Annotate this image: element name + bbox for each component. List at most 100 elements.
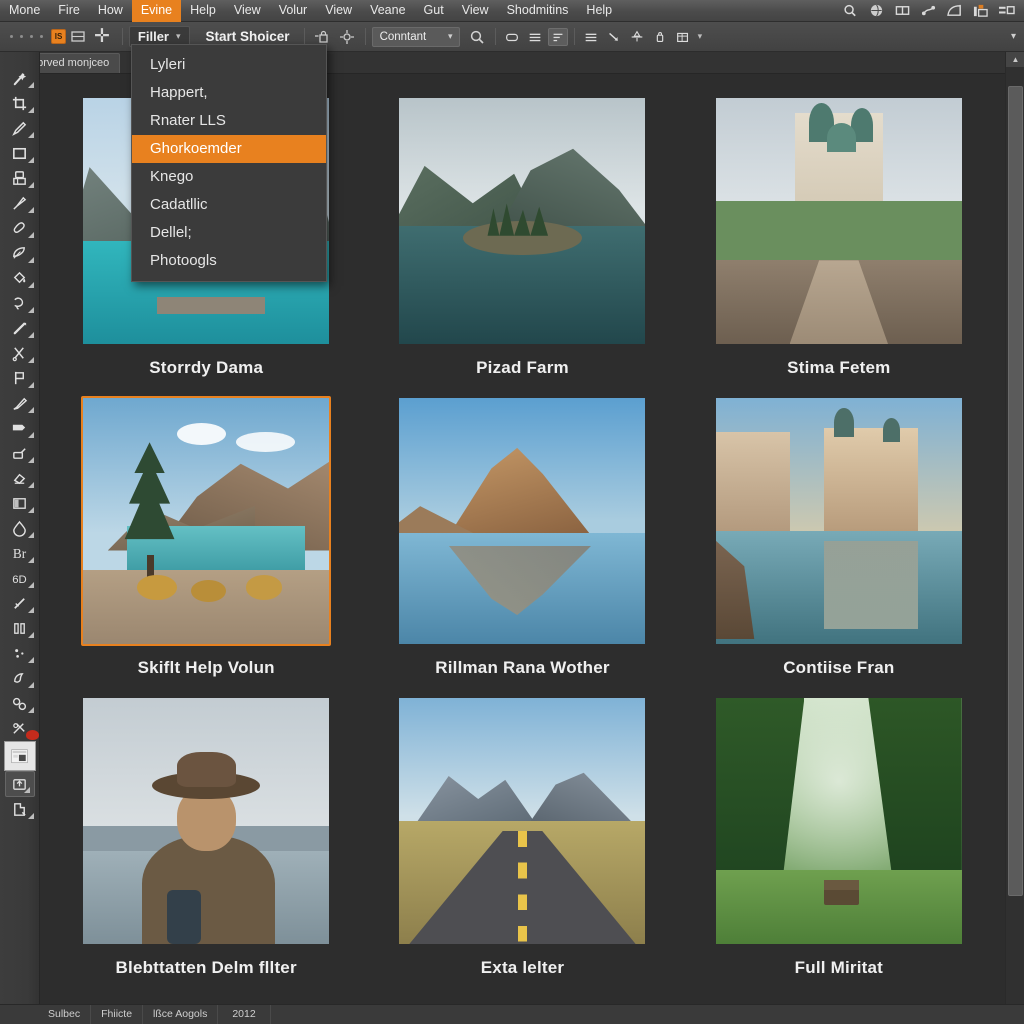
chevron-down-icon[interactable]: ▾ xyxy=(698,31,703,42)
scissors-icon[interactable] xyxy=(2,341,38,366)
menu-item-1[interactable]: Fire xyxy=(49,0,89,22)
thumbnail-frame[interactable] xyxy=(397,96,647,346)
thumbnail-frame[interactable] xyxy=(714,396,964,646)
lock-small-icon[interactable] xyxy=(650,28,670,46)
thumbnail-frame[interactable] xyxy=(397,696,647,946)
scrollbar-track[interactable] xyxy=(1006,67,1024,1009)
eraser-icon[interactable] xyxy=(2,216,38,241)
align-icon[interactable] xyxy=(581,28,601,46)
crop-icon[interactable] xyxy=(2,91,38,116)
menu-item-5[interactable]: View xyxy=(225,0,270,22)
island-lake-mountains-thumbnail[interactable] xyxy=(399,98,646,344)
badge-icon[interactable] xyxy=(972,3,989,18)
mode-select[interactable]: Conntant ▾ xyxy=(371,26,460,47)
scrollbar-thumb[interactable] xyxy=(1008,85,1023,896)
layout-preview-icon[interactable] xyxy=(3,741,36,771)
thumbnail-cell[interactable]: Skiflt Help Volun xyxy=(48,388,364,688)
bucket-icon[interactable] xyxy=(2,266,38,291)
thumbnail-cell[interactable]: Rillman Rana Wother xyxy=(364,388,680,688)
slice-icon[interactable] xyxy=(2,316,38,341)
table-icon[interactable] xyxy=(673,28,693,46)
palace-waterfront-thumbnail[interactable] xyxy=(715,398,962,644)
thumbnail-cell[interactable]: Pizad Farm xyxy=(364,88,680,388)
thumbnail-frame[interactable] xyxy=(81,396,332,646)
dropdown-item-0[interactable]: Lyleri xyxy=(132,51,326,79)
man-hat-backpack-lake-thumbnail[interactable] xyxy=(83,698,330,944)
marker-icon[interactable] xyxy=(2,391,38,416)
rectangle-icon[interactable] xyxy=(2,141,38,166)
status-cell-1[interactable]: Fhiicte xyxy=(91,1005,144,1024)
menu-item-6[interactable]: Volur xyxy=(270,0,317,22)
active-tool-swatch[interactable]: IS xyxy=(51,29,66,44)
path-icon[interactable]: 6D xyxy=(2,566,38,591)
vertical-scrollbar[interactable]: ▲ ▼ xyxy=(1005,52,1024,1024)
menu-item-9[interactable]: Gut xyxy=(415,0,453,22)
menu-item-10[interactable]: View xyxy=(453,0,498,22)
pencil-icon[interactable] xyxy=(2,116,38,141)
dodge-icon[interactable] xyxy=(2,591,38,616)
thumbnail-cell[interactable]: Contiise Fran xyxy=(681,388,997,688)
banner-icon[interactable] xyxy=(2,416,38,441)
thumbnail-cell[interactable]: Blebttatten Delm fllter xyxy=(48,688,364,988)
status-cell-2[interactable]: lßce Aogols xyxy=(143,1005,219,1024)
shape-icon[interactable] xyxy=(502,28,522,46)
menu-item-2[interactable]: How xyxy=(89,0,132,22)
search-icon[interactable] xyxy=(468,28,486,46)
pine-tree-mountain-lake-thumbnail[interactable] xyxy=(83,398,330,644)
thumbnail-cell[interactable]: Stima Fetem xyxy=(681,88,997,388)
line-icon[interactable] xyxy=(604,28,624,46)
dropdown-item-3[interactable]: Ghorkoemder xyxy=(132,135,326,163)
dropdown-item-2[interactable]: Rnater LLS xyxy=(132,107,326,135)
upload-icon[interactable] xyxy=(4,771,35,797)
sparkle-icon[interactable] xyxy=(2,641,38,666)
menu-item-11[interactable]: Shodmitins xyxy=(498,0,578,22)
arrange-icon[interactable] xyxy=(894,3,911,18)
gradient-icon[interactable] xyxy=(2,491,38,516)
road-mountains-field-thumbnail[interactable] xyxy=(399,698,646,944)
dropdown-item-4[interactable]: Knego xyxy=(132,163,326,191)
grid-icon[interactable] xyxy=(69,28,87,46)
menu-item-4[interactable]: Help xyxy=(181,0,225,22)
transform-icon[interactable] xyxy=(338,28,356,46)
notification-tool-icon[interactable] xyxy=(2,716,39,741)
open-menu-dropdown[interactable]: Lyleri Happert, Rnater LLS Ghorkoemder Knego… xyxy=(131,44,327,282)
cathedral-boardwalk-thumbnail[interactable] xyxy=(715,98,962,344)
healing-icon[interactable] xyxy=(2,466,38,491)
scroll-up-arrow[interactable]: ▲ xyxy=(1006,52,1024,67)
thumbnail-cell[interactable]: Exta lelter xyxy=(364,688,680,988)
menu-item-3[interactable]: Evine xyxy=(131,0,182,22)
dropdown-item-6[interactable]: Dellel; xyxy=(132,219,326,247)
flag-icon[interactable] xyxy=(2,366,38,391)
thumbnail-frame[interactable] xyxy=(81,696,331,946)
menu-item-7[interactable]: View xyxy=(316,0,361,22)
dropdown-item-7[interactable]: Photoogls xyxy=(132,247,326,275)
thumbnail-frame[interactable] xyxy=(397,396,647,646)
columns-icon[interactable] xyxy=(2,616,38,641)
options-overflow-icon[interactable]: ▾ xyxy=(1011,31,1024,42)
filter-icon[interactable] xyxy=(547,27,568,46)
move-icon[interactable]: ✛ xyxy=(94,27,110,46)
options-drag-handle[interactable] xyxy=(4,35,51,38)
search-icon[interactable] xyxy=(842,3,859,18)
wand-icon[interactable] xyxy=(2,66,38,91)
forest-green-bench-thumbnail[interactable] xyxy=(715,698,962,944)
globe-icon[interactable] xyxy=(868,3,885,18)
menu-item-0[interactable]: Mone xyxy=(0,0,49,22)
export-icon[interactable] xyxy=(2,797,38,822)
brush-icon[interactable] xyxy=(2,191,38,216)
text-icon[interactable]: Br xyxy=(2,541,38,566)
workspace-icon[interactable] xyxy=(946,3,963,18)
menu-item-12[interactable]: Help xyxy=(577,0,621,22)
list-icon[interactable] xyxy=(525,28,545,46)
share-icon[interactable] xyxy=(920,3,937,18)
dropdown-item-5[interactable]: Cadatllic xyxy=(132,191,326,219)
eyedropper-icon[interactable] xyxy=(2,441,38,466)
lock-icon[interactable] xyxy=(314,28,332,46)
lasso-icon[interactable] xyxy=(2,291,38,316)
curve-icon[interactable] xyxy=(627,28,647,46)
status-cell-0[interactable]: Sulbec xyxy=(38,1005,92,1024)
layout-icon[interactable] xyxy=(998,3,1015,18)
blur-icon[interactable] xyxy=(2,516,38,541)
thumbnail-frame[interactable] xyxy=(714,696,964,946)
rock-reflection-lake-thumbnail[interactable] xyxy=(399,398,646,644)
